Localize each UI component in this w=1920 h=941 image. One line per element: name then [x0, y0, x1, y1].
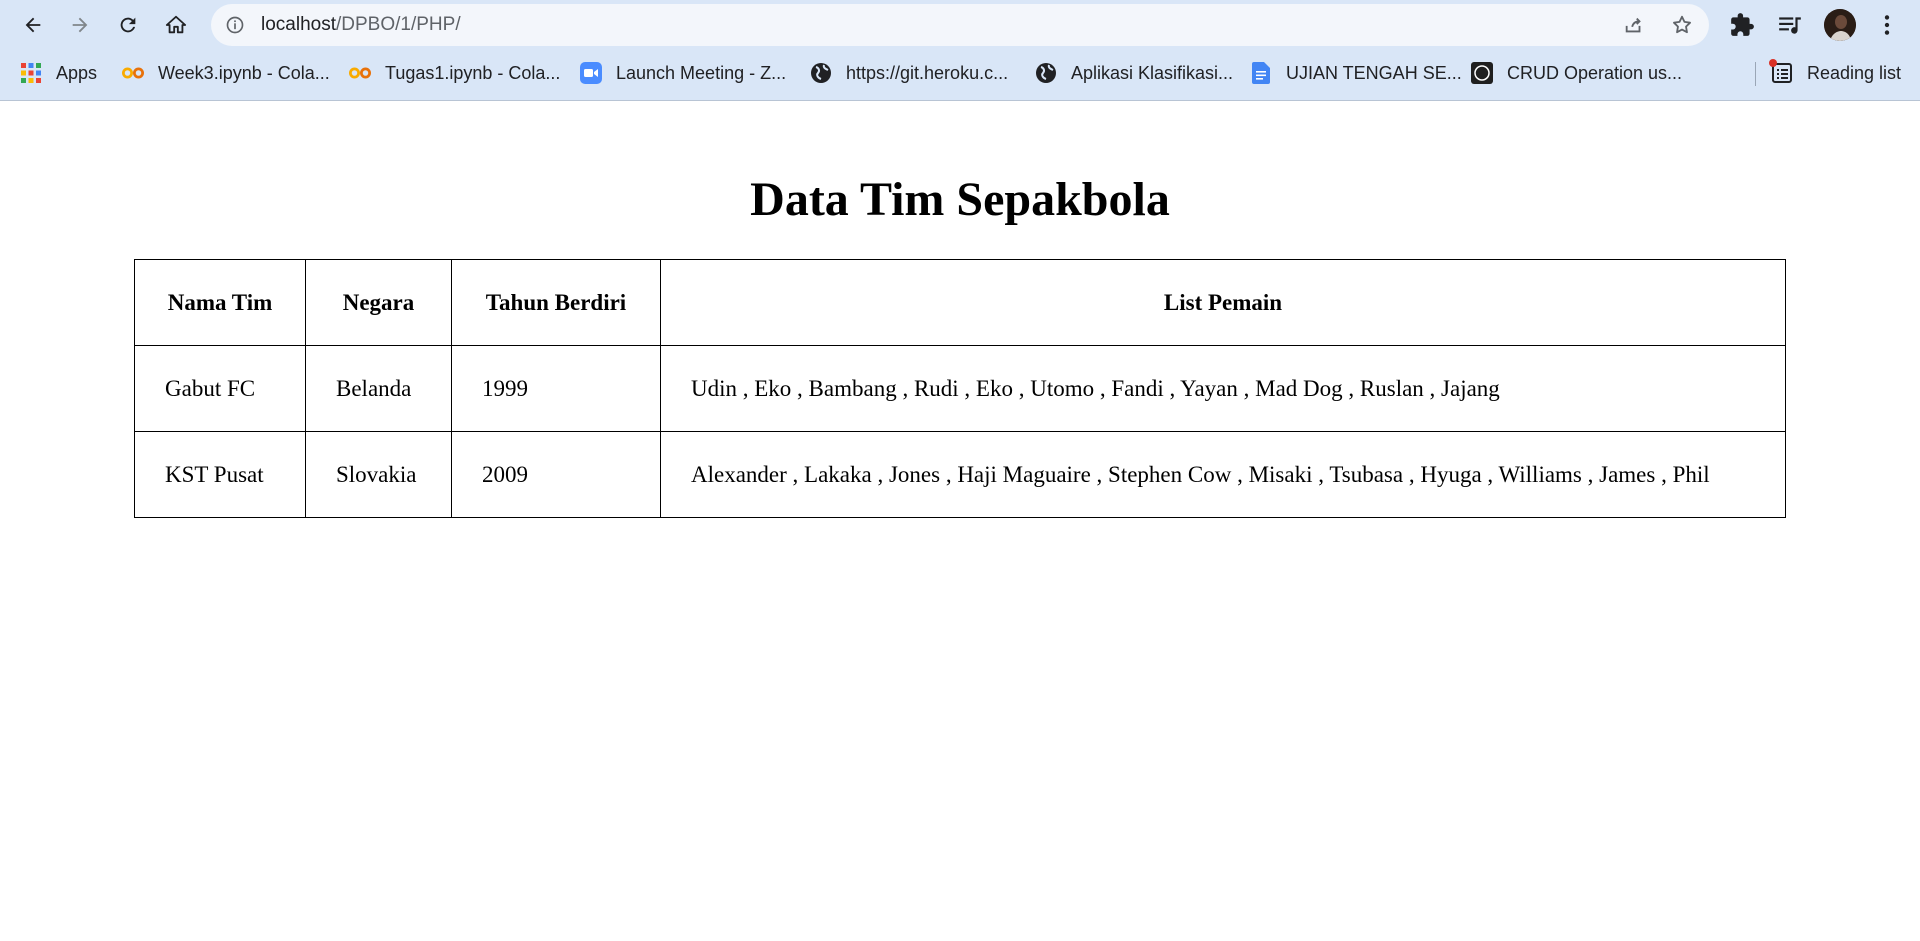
bookmark-aplikasi-klasifikasi[interactable]: Aplikasi Klasifikasi... [1035, 50, 1233, 96]
bookmark-tugas1-colab[interactable]: Tugas1.ipynb - Cola... [349, 50, 560, 96]
bookmark-week3-colab[interactable]: Week3.ipynb - Cola... [122, 50, 330, 96]
bookmarks-bar: Apps Week3.ipynb - Cola... Tugas1.ipynb … [0, 50, 1920, 101]
address-bar[interactable]: localhost/DPBO/1/PHP/ [211, 4, 1709, 46]
site-icon [1471, 62, 1493, 84]
cell-list-pemain: Udin , Eko , Bambang , Rudi , Eko , Utom… [660, 345, 1786, 432]
bookmark-label: Tugas1.ipynb - Cola... [385, 62, 561, 83]
home-icon [165, 15, 187, 34]
bookmark-star-icon[interactable] [1671, 14, 1693, 36]
reading-list-button[interactable]: Reading list [1769, 50, 1902, 96]
notification-dot [1769, 59, 1777, 67]
bookmark-label: Launch Meeting - Z... [616, 62, 787, 83]
bookmark-label: Aplikasi Klasifikasi... [1071, 62, 1234, 83]
apps-grid-icon [20, 62, 42, 84]
more-vertical-icon[interactable] [1874, 12, 1900, 38]
bookmark-crud-operation[interactable]: CRUD Operation us... [1471, 50, 1682, 96]
docs-icon [1250, 62, 1272, 84]
cell-tahun-berdiri: 2009 [451, 431, 661, 518]
arrow-right-icon [72, 17, 88, 33]
reload-icon [120, 17, 136, 33]
back-button[interactable] [16, 8, 50, 42]
browser-toolbar: localhost/DPBO/1/PHP/ [0, 0, 1920, 50]
cell-nama-tim: KST Pusat [134, 431, 306, 518]
url-host: localhost [261, 14, 336, 35]
bookmarks-separator [1755, 62, 1756, 86]
arrow-left-icon [25, 17, 41, 33]
bookmark-label: https://git.heroku.c... [846, 62, 1009, 83]
media-queue-icon[interactable] [1777, 12, 1803, 38]
share-icon[interactable] [1623, 14, 1645, 36]
cell-nama-tim: Gabut FC [134, 345, 306, 432]
bookmark-zoom-meeting[interactable]: Launch Meeting - Z... [580, 50, 786, 96]
table-header-row: Nama Tim Negara Tahun Berdiri List Pemai… [134, 259, 1786, 346]
reading-list-label: Reading list [1807, 62, 1902, 83]
reading-list-icon [1769, 59, 1793, 84]
header-list-pemain: List Pemain [660, 259, 1786, 346]
cell-negara: Belanda [305, 345, 452, 432]
colab-icon [122, 62, 144, 84]
cell-list-pemain: Alexander , Lakaka , Jones , Haji Maguai… [660, 431, 1786, 518]
bookmark-label: UJIAN TENGAH SE... [1286, 62, 1462, 83]
bookmark-heroku[interactable]: https://git.heroku.c... [810, 50, 1008, 96]
bookmark-label: Week3.ipynb - Cola... [158, 62, 330, 83]
colab-icon [349, 62, 371, 84]
cell-negara: Slovakia [305, 431, 452, 518]
page-title: Data Tim Sepakbola [750, 173, 1170, 226]
info-icon[interactable] [225, 15, 245, 35]
globe-icon [1035, 62, 1057, 84]
profile-avatar[interactable] [1824, 9, 1856, 41]
bookmark-label: CRUD Operation us... [1507, 62, 1683, 83]
url-path: /DPBO/1/PHP/ [336, 14, 461, 35]
home-button[interactable] [159, 8, 193, 42]
bookmark-ujian-tengah[interactable]: UJIAN TENGAH SE... [1250, 50, 1462, 96]
header-nama-tim: Nama Tim [134, 259, 306, 346]
bookmark-apps[interactable]: Apps [20, 50, 97, 96]
cell-tahun-berdiri: 1999 [451, 345, 661, 432]
url-text[interactable]: localhost/DPBO/1/PHP/ [261, 4, 461, 46]
header-negara: Negara [305, 259, 452, 346]
forward-button[interactable] [63, 8, 97, 42]
reload-button[interactable] [111, 8, 145, 42]
teams-table: Nama Tim Negara Tahun Berdiri List Pemai… [134, 259, 1786, 518]
zoom-icon [580, 62, 602, 84]
profile-photo-icon [1824, 9, 1856, 41]
bookmark-label: Apps [56, 62, 98, 83]
extensions-puzzle-icon[interactable] [1729, 12, 1755, 38]
globe-icon [810, 62, 832, 84]
table-row: KST Pusat Slovakia 2009 Alexander , Laka… [134, 431, 1786, 518]
table-row: Gabut FC Belanda 1999 Udin , Eko , Bamba… [134, 345, 1786, 432]
header-tahun-berdiri: Tahun Berdiri [451, 259, 661, 346]
